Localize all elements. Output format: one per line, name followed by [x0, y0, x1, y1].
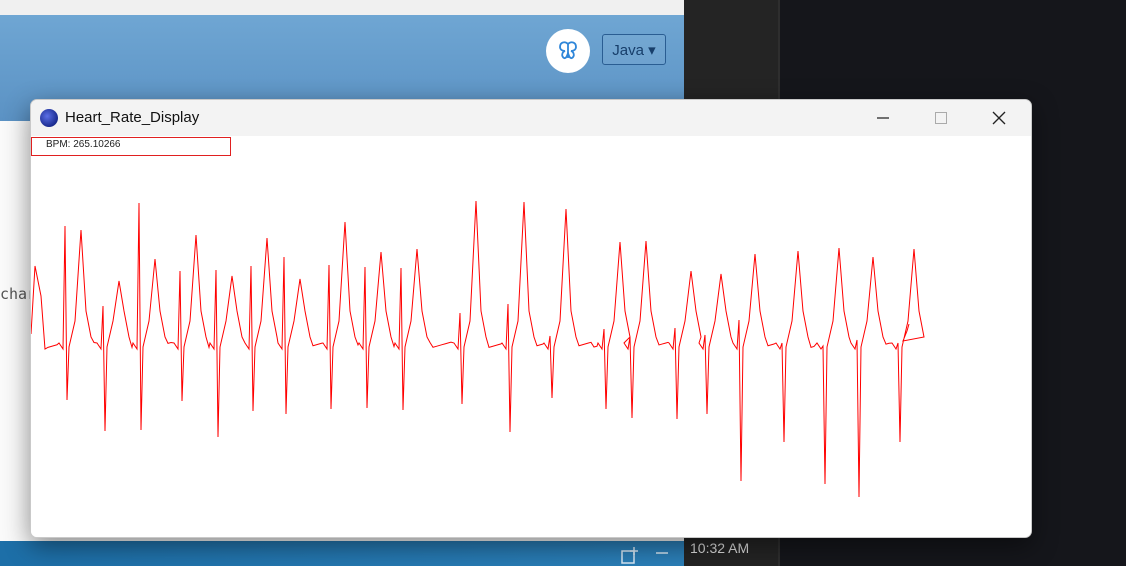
- background-bottom-bar: [0, 541, 684, 566]
- language-select[interactable]: Java ▾: [602, 34, 666, 65]
- butterfly-icon[interactable]: [546, 29, 590, 73]
- heart-rate-window[interactable]: Heart_Rate_Display BPM: 265.10266: [30, 99, 1032, 538]
- bpm-readout: BPM: 265.10266: [46, 139, 121, 150]
- language-select-label: Java ▾: [612, 41, 656, 59]
- close-icon: [992, 111, 1006, 125]
- background-top-strip: [0, 0, 684, 15]
- ecg-canvas: BPM: 265.10266: [31, 136, 1031, 537]
- bottom-bar-icons: [620, 545, 670, 566]
- ecg-trace: [31, 200, 925, 498]
- ecg-waveform: [31, 200, 925, 498]
- minimize-icon: [877, 117, 889, 119]
- window-title: Heart_Rate_Display: [65, 109, 200, 126]
- maximize-button[interactable]: [912, 100, 970, 136]
- minimize-button[interactable]: [854, 100, 912, 136]
- maximize-icon: [935, 112, 947, 124]
- taskbar-clock[interactable]: 10:32 AM: [690, 540, 749, 556]
- close-button[interactable]: [970, 100, 1028, 136]
- bpm-box: BPM: 265.10266: [31, 137, 231, 156]
- window-titlebar[interactable]: Heart_Rate_Display: [31, 100, 1031, 136]
- java-app-icon: [40, 109, 58, 127]
